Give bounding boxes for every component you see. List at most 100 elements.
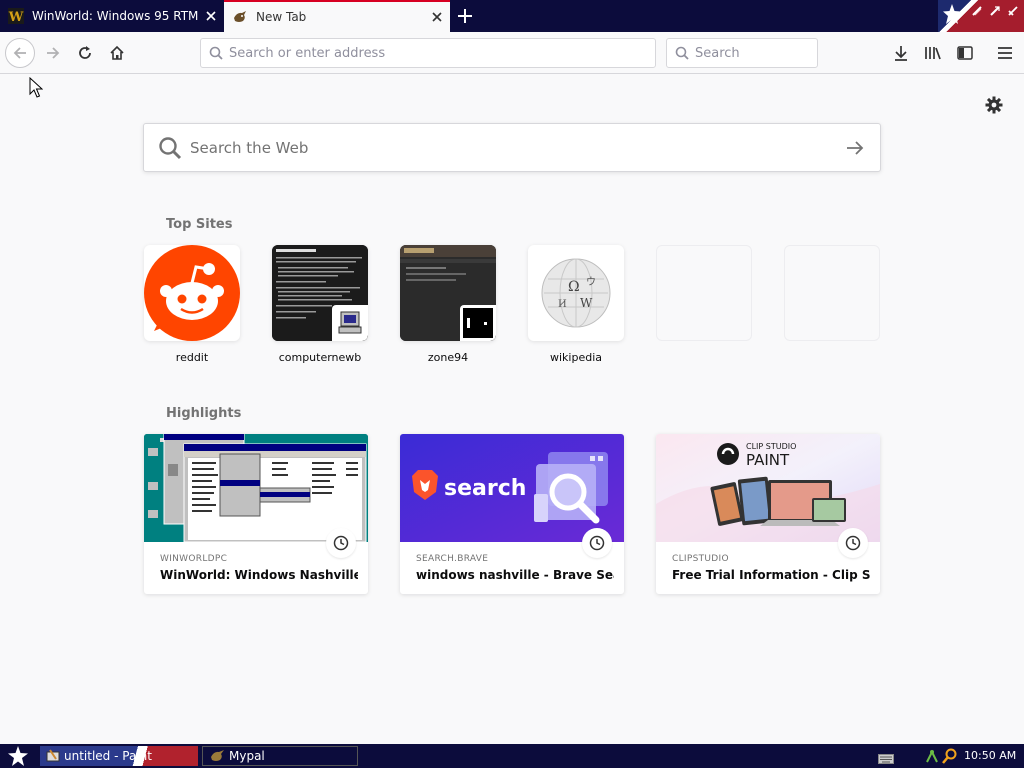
- mouse-cursor-icon: [29, 76, 44, 103]
- tab-new-tab[interactable]: New Tab: [224, 0, 450, 32]
- highlight-card-brave[interactable]: search SEARCH.BRAVE windows nashville - …: [400, 434, 624, 594]
- start-button[interactable]: [4, 746, 32, 766]
- svg-text:И: И: [558, 299, 567, 310]
- taskbar-button-mypal[interactable]: Mypal: [202, 746, 358, 766]
- top-site-reddit[interactable]: reddit: [144, 245, 240, 364]
- keyboard-icon[interactable]: [878, 750, 894, 764]
- star-icon: [8, 746, 28, 766]
- customize-button[interactable]: [983, 94, 1005, 116]
- library-icon: [925, 47, 941, 60]
- address-bar[interactable]: [200, 38, 656, 68]
- mypal-icon: [232, 9, 248, 25]
- top-sites-heading: Top Sites: [166, 217, 233, 232]
- tab-strip: W WinWorld: Windows 95 RTM New Tab: [0, 0, 1024, 32]
- search-bar[interactable]: [666, 38, 818, 68]
- site-tile[interactable]: [400, 245, 496, 341]
- top-site-zone94[interactable]: zone94: [400, 245, 496, 364]
- site-label: wikipedia: [549, 351, 602, 364]
- search-icon: [209, 46, 223, 60]
- top-site-empty[interactable]: [656, 245, 752, 341]
- tab-winworld[interactable]: W WinWorld: Windows 95 RTM: [0, 0, 224, 32]
- card-title: WinWorld: Windows Nashville B...: [160, 568, 358, 582]
- taskbar-button-paint[interactable]: untitled - Paint: [40, 746, 198, 766]
- top-site-wikipedia[interactable]: Ω W И ウ wikipedia: [528, 245, 624, 364]
- reddit-icon: [144, 245, 240, 341]
- site-label: reddit: [175, 351, 209, 364]
- close-tab-icon[interactable]: [198, 3, 224, 29]
- close-tab-icon[interactable]: [424, 4, 450, 30]
- network-icon[interactable]: [924, 748, 940, 764]
- arrow-left-icon: [13, 47, 26, 59]
- card-source: CLIPSTUDIO: [672, 554, 729, 564]
- clock-icon: [326, 528, 356, 558]
- svg-text:Ω: Ω: [568, 279, 580, 295]
- sidebar-button[interactable]: [950, 38, 980, 68]
- card-thumbnail: [144, 434, 368, 542]
- library-button[interactable]: [918, 38, 948, 68]
- new-tab-button[interactable]: [452, 3, 478, 29]
- paint-icon: [46, 749, 60, 762]
- winworld-icon: W: [8, 8, 24, 24]
- arrow-right-icon: [47, 47, 60, 59]
- menu-button[interactable]: [990, 38, 1020, 68]
- clip-studio-logo: [717, 443, 739, 465]
- top-site-empty[interactable]: [784, 245, 880, 341]
- back-button[interactable]: [5, 38, 35, 68]
- gear-icon: [985, 96, 1003, 114]
- search-icon: [159, 136, 182, 159]
- web-search-input[interactable]: [190, 138, 846, 157]
- highlight-card-clipstudio[interactable]: CLIP STUDIO PAINT CLIPSTUDIO Free Trial …: [656, 434, 880, 594]
- minimize-icon[interactable]: [970, 4, 984, 18]
- tab-title: WinWorld: Windows 95 RTM: [32, 9, 198, 23]
- card-source: WINWORLDPC: [160, 554, 228, 564]
- download-icon: [895, 46, 907, 61]
- card-source: SEARCH.BRAVE: [416, 554, 489, 564]
- home-icon: [110, 45, 124, 60]
- zone94-icon: [460, 305, 496, 341]
- site-tile[interactable]: [144, 245, 240, 341]
- mypal-icon: [211, 750, 224, 761]
- web-search-box[interactable]: [143, 123, 881, 172]
- star-icon: [943, 4, 961, 24]
- address-input[interactable]: [229, 45, 655, 61]
- window-controls: [938, 0, 1024, 32]
- computer-icon: [332, 305, 368, 341]
- card-thumbnail: search: [400, 434, 624, 542]
- search-icon: [675, 46, 689, 60]
- top-site-computernewb[interactable]: computernewb: [272, 245, 368, 364]
- search-input[interactable]: [695, 45, 817, 61]
- reload-button[interactable]: [70, 38, 100, 68]
- maximize-icon[interactable]: [988, 4, 1002, 18]
- clock-icon: [838, 528, 868, 558]
- reload-icon: [79, 46, 91, 59]
- home-button[interactable]: [102, 38, 132, 68]
- arrow-right-icon[interactable]: [846, 140, 864, 156]
- close-window-icon[interactable]: [1006, 4, 1020, 18]
- site-label: computernewb: [278, 351, 362, 364]
- highlights-heading: Highlights: [166, 406, 242, 421]
- taskbar: untitled - Paint Mypal 10:50 AM: [0, 744, 1024, 768]
- wikipedia-globe-icon: Ω W И ウ: [541, 258, 611, 328]
- hamburger-menu-icon: [998, 47, 1012, 59]
- empty-site-tile[interactable]: [656, 245, 752, 341]
- taskbar-button-label: untitled - Paint: [64, 749, 152, 763]
- search-icon[interactable]: [942, 748, 958, 764]
- downloads-button[interactable]: [886, 38, 916, 68]
- empty-site-tile[interactable]: [784, 245, 880, 341]
- taskbar-button-label: Mypal: [229, 749, 265, 763]
- svg-text:CLIP STUDIO: CLIP STUDIO: [746, 442, 796, 451]
- svg-text:ウ: ウ: [586, 276, 596, 288]
- svg-text:PAINT: PAINT: [746, 451, 790, 469]
- site-tile[interactable]: [272, 245, 368, 341]
- site-label: zone94: [427, 351, 469, 364]
- clock-icon: [582, 528, 612, 558]
- tab-title: New Tab: [256, 10, 307, 24]
- card-title: Free Trial Information - Clip Stu...: [672, 568, 870, 582]
- svg-text:W: W: [580, 296, 593, 310]
- site-tile[interactable]: Ω W И ウ: [528, 245, 624, 341]
- card-title: windows nashville - Brave Search: [416, 568, 614, 582]
- forward-button[interactable]: [38, 38, 68, 68]
- taskbar-clock: 10:50 AM: [964, 749, 1017, 762]
- highlight-card-winworld[interactable]: WINWORLDPC WinWorld: Windows Nashville B…: [144, 434, 368, 594]
- sidebar-icon: [957, 46, 973, 60]
